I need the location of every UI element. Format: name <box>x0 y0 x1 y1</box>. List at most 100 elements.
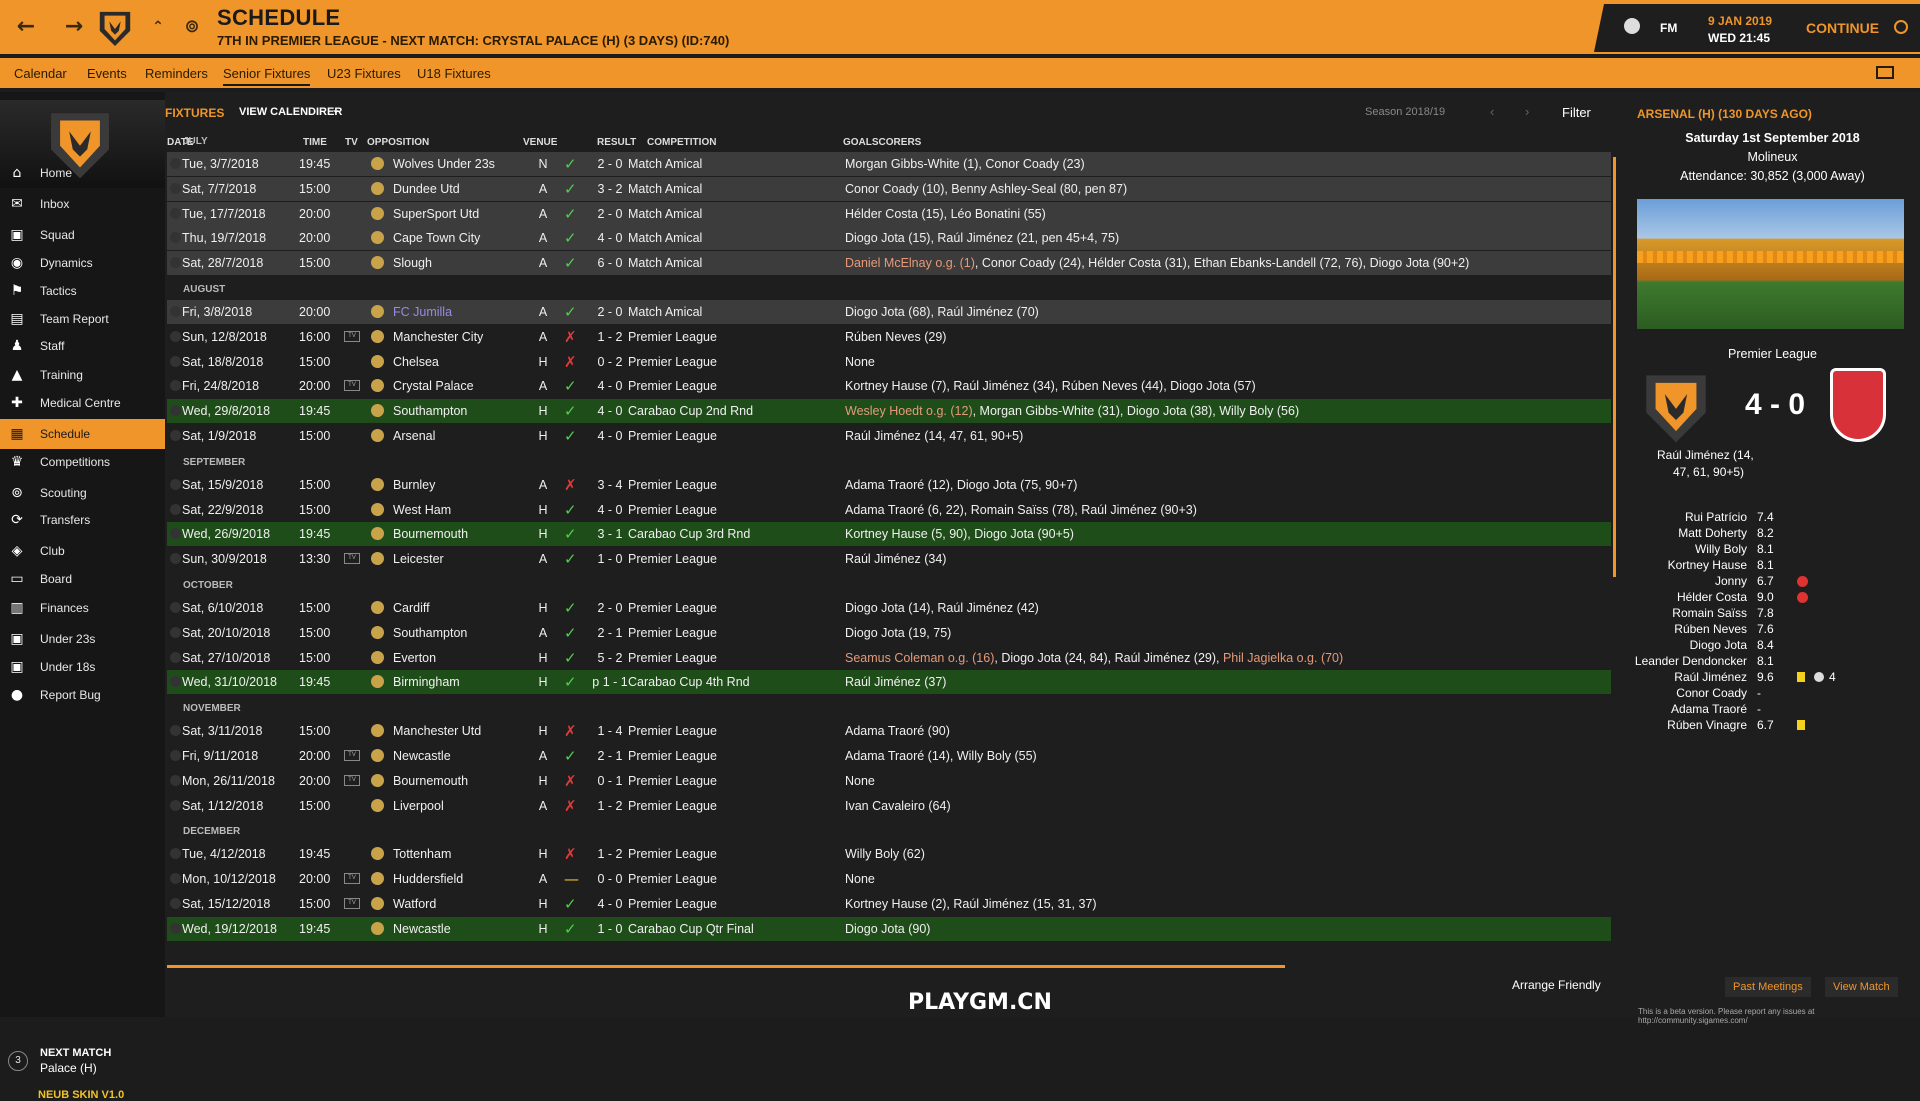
fixture-row[interactable]: Mon, 10/12/2018 20:00 TV Huddersfield A — 0 - … <box>167 867 1611 891</box>
player-rating-row[interactable]: Adama Traoré - <box>1625 702 1920 718</box>
competition[interactable]: Carabao Cup Qtr Final <box>628 922 754 936</box>
score[interactable]: 5 - 2 <box>589 651 631 665</box>
row-checkbox[interactable] <box>170 774 181 786</box>
score[interactable]: 1 - 2 <box>589 330 631 344</box>
continue-button[interactable]: CONTINUE <box>1806 20 1879 36</box>
row-checkbox[interactable] <box>170 503 181 515</box>
score[interactable]: 2 - 0 <box>589 207 631 221</box>
sidebar-item-competitions[interactable]: ♛ Competitions <box>0 447 165 477</box>
sidebar-item-finances[interactable]: ▥ Finances <box>0 593 165 623</box>
col-tv[interactable]: TV <box>345 137 358 148</box>
competition[interactable]: Premier League <box>628 626 717 640</box>
competition[interactable]: Match Amical <box>628 256 702 270</box>
fixture-row[interactable]: Sat, 28/7/2018 15:00 Slough A ✓ 6 - 0 Match Am… <box>167 251 1611 276</box>
past-meetings-button[interactable]: Past Meetings <box>1725 977 1811 997</box>
score[interactable]: 1 - 4 <box>589 724 631 738</box>
player-rating-row[interactable]: Jonny 6.7 <box>1625 574 1920 590</box>
opponent-name[interactable]: Southampton <box>393 404 467 418</box>
fixture-row[interactable]: Wed, 19/12/2018 19:45 Newcastle H ✓ 1 - 0 Cara… <box>167 916 1611 941</box>
forward-arrow-icon[interactable]: → <box>62 14 86 40</box>
opponent-name[interactable]: Tottenham <box>393 847 451 861</box>
fixture-row[interactable]: Wed, 29/8/2018 19:45 Southampton H ✓ 4 - 0 Car… <box>167 399 1611 424</box>
fixture-row[interactable]: Wed, 31/10/2018 19:45 Birmingham H ✓ p 1 - 1C… <box>167 670 1611 695</box>
player-rating-row[interactable]: Leander Dendoncker 8.1 <box>1625 654 1920 670</box>
sidebar-item-dynamics[interactable]: ◉ Dynamics <box>0 248 165 278</box>
player-rating-row[interactable]: Kortney Hause 8.1 <box>1625 558 1920 574</box>
tab-events[interactable]: Events <box>87 66 127 81</box>
row-checkbox[interactable] <box>170 602 181 613</box>
fixture-row[interactable]: Sat, 1/12/2018 15:00 Liverpool A ✗ 1 - 2 Premi… <box>167 794 1611 818</box>
competition[interactable]: Premier League <box>628 774 717 788</box>
fixture-row[interactable]: Sun, 12/8/2018 16:00 TV Manchester City A ✗ 1 … <box>167 325 1611 349</box>
opponent-name[interactable]: Liverpool <box>393 799 444 813</box>
score[interactable]: 3 - 1 <box>589 527 631 541</box>
sidebar-item-medical-centre[interactable]: ✚ Medical Centre <box>0 388 165 418</box>
fixture-row[interactable]: Sat, 20/10/2018 15:00 Southampton A ✓ 2 - 1 Pr… <box>167 621 1611 645</box>
row-checkbox[interactable] <box>170 848 181 860</box>
row-checkbox[interactable] <box>170 553 181 565</box>
row-checkbox[interactable] <box>170 898 181 909</box>
sidebar-item-inbox[interactable]: ✉ Inbox <box>0 189 165 219</box>
row-checkbox[interactable] <box>170 355 181 367</box>
opponent-name[interactable]: Newcastle <box>393 922 451 936</box>
match-panel-title[interactable]: ARSENAL (H) (130 DAYS AGO) <box>1637 107 1812 121</box>
opponent-name[interactable]: FC Jumilla <box>393 305 452 319</box>
score[interactable]: 0 - 1 <box>589 774 631 788</box>
score[interactable]: 4 - 0 <box>589 404 631 418</box>
tab-senior-fixtures[interactable]: Senior Fixtures <box>223 66 311 86</box>
row-checkbox[interactable] <box>170 405 181 417</box>
score[interactable]: 3 - 2 <box>589 182 631 196</box>
col-competition[interactable]: COMPETITION <box>647 137 716 148</box>
row-checkbox[interactable] <box>170 922 181 934</box>
fixture-row[interactable]: Sat, 6/10/2018 15:00 Cardiff H ✓ 2 - 0 Premier… <box>167 596 1611 620</box>
competition[interactable]: Premier League <box>628 799 717 813</box>
tab-calendar[interactable]: Calendar <box>14 66 67 81</box>
score[interactable]: 2 - 0 <box>589 157 631 171</box>
opponent-name[interactable]: Cape Town City <box>393 231 480 245</box>
player-rating-row[interactable]: Raúl Jiménez 9.6 4 <box>1625 670 1920 686</box>
sidebar-item-club[interactable]: ◈ Club <box>0 536 165 566</box>
competition[interactable]: Premier League <box>628 897 717 911</box>
opponent-name[interactable]: Everton <box>393 651 436 665</box>
opponent-name[interactable]: Leicester <box>393 552 444 566</box>
score[interactable]: 2 - 0 <box>589 305 631 319</box>
chevron-down-icon[interactable]: ⌄ <box>331 102 341 116</box>
col-venue[interactable]: VENUE <box>523 137 557 148</box>
fixture-row[interactable]: Fri, 3/8/2018 20:00 FC Jumilla A ✓ 2 - 0 Match… <box>167 300 1611 324</box>
opponent-name[interactable]: Watford <box>393 897 436 911</box>
competition[interactable]: Premier League <box>628 724 717 738</box>
horizontal-scrollbar[interactable] <box>167 965 1285 968</box>
competition[interactable]: Match Amical <box>628 305 702 319</box>
score[interactable]: p 1 - 1 <box>589 675 631 689</box>
competition[interactable]: Premier League <box>628 379 717 393</box>
fixture-row[interactable]: Sat, 1/9/2018 15:00 Arsenal H ✓ 4 - 0 Premier … <box>167 424 1611 448</box>
sidebar-item-schedule[interactable]: ▦ Schedule <box>0 419 165 449</box>
row-checkbox[interactable] <box>170 380 181 392</box>
fixture-row[interactable]: Mon, 26/11/2018 20:00 TV Bournemouth H ✗ 0 - 1… <box>167 769 1611 793</box>
sidebar-item-report-bug[interactable]: ● Report Bug <box>0 680 165 710</box>
arrange-friendly-button[interactable]: Arrange Friendly <box>1512 978 1601 992</box>
row-checkbox[interactable] <box>170 750 181 761</box>
fixture-row[interactable]: Fri, 24/8/2018 20:00 TV Crystal Palace A ✓ 4 -… <box>167 374 1611 398</box>
next-arrow-icon[interactable]: › <box>1525 104 1529 119</box>
sidebar-item-training[interactable]: ▲ Training <box>0 360 165 390</box>
col-goalscorers[interactable]: GOALSCORERS <box>843 137 921 148</box>
score[interactable]: 0 - 0 <box>589 872 631 886</box>
row-checkbox[interactable] <box>170 725 181 737</box>
score[interactable]: 0 - 2 <box>589 355 631 369</box>
opponent-name[interactable]: Huddersfield <box>393 872 463 886</box>
sidebar-item-under-23s[interactable]: ▣ Under 23s <box>0 624 165 654</box>
sidebar-item-tactics[interactable]: ⚑ Tactics <box>0 276 165 306</box>
row-checkbox[interactable] <box>170 232 181 244</box>
back-arrow-icon[interactable]: ← <box>14 14 38 40</box>
competition[interactable]: Premier League <box>628 429 717 443</box>
row-checkbox[interactable] <box>170 528 181 540</box>
row-checkbox[interactable] <box>170 676 181 688</box>
row-checkbox[interactable] <box>170 478 181 490</box>
row-checkbox[interactable] <box>170 626 181 638</box>
row-checkbox[interactable] <box>170 257 181 269</box>
competition[interactable]: Carabao Cup 2nd Rnd <box>628 404 753 418</box>
opponent-name[interactable]: Arsenal <box>393 429 435 443</box>
player-rating-row[interactable]: Romain Saïss 7.8 <box>1625 606 1920 622</box>
competition[interactable]: Premier League <box>628 355 717 369</box>
